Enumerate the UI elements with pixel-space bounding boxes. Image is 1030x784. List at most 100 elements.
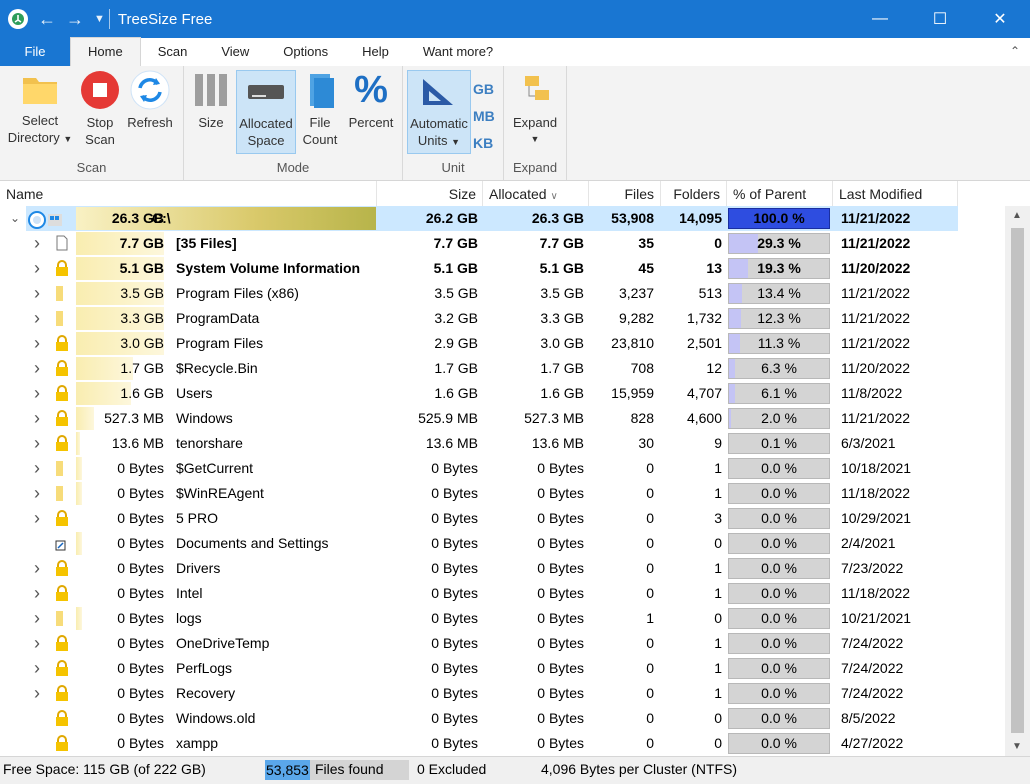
scroll-down-icon[interactable]: ▼	[1012, 741, 1022, 752]
files-found-label: Files found	[315, 761, 384, 777]
stop-scan-button[interactable]: Stop Scan	[78, 70, 122, 148]
tab-file[interactable]: File	[0, 38, 70, 66]
header-name[interactable]: Name	[0, 181, 377, 206]
forward-arrow-icon[interactable]: →	[66, 9, 84, 30]
item-size: 1.7 GB	[434, 360, 478, 376]
size-mode-button[interactable]: Size	[192, 70, 230, 131]
percent-bar: 0.0 %	[728, 658, 830, 679]
chevron-right-icon[interactable]: ›	[30, 456, 44, 481]
tab-home[interactable]: Home	[70, 37, 141, 66]
tree-row[interactable]: 0 Bytes Documents and Settings 0 Bytes 0 By…	[0, 531, 1005, 556]
chevron-right-icon[interactable]: ›	[30, 556, 44, 581]
maximize-button[interactable]: ☐	[910, 0, 970, 38]
item-last-modified: 10/21/2021	[841, 610, 912, 626]
chevron-right-icon[interactable]: ›	[30, 506, 44, 531]
chevron-right-icon[interactable]: ›	[30, 581, 44, 606]
item-name: Documents and Settings	[176, 535, 329, 551]
tree-row[interactable]: › 0 Bytes PerfLogs 0 Bytes 0 Bytes 0 1 0.0 % 7/2…	[0, 656, 1005, 681]
tab-options[interactable]: Options	[266, 38, 345, 66]
close-button[interactable]: ✕	[970, 0, 1030, 38]
expand-button[interactable]: Expand ▼	[508, 70, 562, 148]
ribbon-tabs: File Home Scan View Options Help Want mo…	[0, 37, 1030, 67]
item-size: 0 Bytes	[431, 710, 478, 726]
minimize-button[interactable]: —	[850, 0, 910, 38]
automatic-units-button[interactable]: Automatic Units ▼	[407, 70, 471, 154]
chevron-right-icon[interactable]: ›	[30, 256, 44, 281]
header-allocated[interactable]: Allocated ∨	[483, 181, 589, 206]
percent-text: 13.4 %	[757, 285, 801, 301]
item-size: 0 Bytes	[431, 635, 478, 651]
unit-gb-button[interactable]: GB	[473, 76, 495, 103]
header-last-modified[interactable]: Last Modified	[833, 181, 958, 206]
item-size: 13.6 MB	[425, 435, 478, 451]
refresh-button[interactable]: Refresh	[124, 70, 176, 131]
unit-mb-button[interactable]: MB	[473, 103, 495, 130]
item-last-modified: 11/18/2022	[841, 585, 911, 601]
tree-row[interactable]: › 3.3 GB ProgramData 3.2 GB 3.3 GB 9,282 1,732…	[0, 306, 1005, 331]
tree-row[interactable]: › 1.7 GB $Recycle.Bin 1.7 GB 1.7 GB 708 12 6.3 …	[0, 356, 1005, 381]
scroll-up-icon[interactable]: ▲	[1012, 210, 1022, 221]
tree-row[interactable]: › 1.6 GB Users 1.6 GB 1.6 GB 15,959 4,707 6.1 %…	[0, 381, 1005, 406]
item-folders: 0	[714, 610, 722, 626]
chevron-right-icon[interactable]: ›	[30, 681, 44, 706]
tree-row[interactable]: › 0 Bytes logs 0 Bytes 0 Bytes 1 0 0.0 % 10/21/2…	[0, 606, 1005, 631]
chevron-right-icon[interactable]: ›	[30, 406, 44, 431]
lock-icon	[54, 735, 70, 754]
stop-icon	[78, 70, 122, 110]
chevron-right-icon[interactable]: ›	[30, 431, 44, 456]
item-size: 525.9 MB	[418, 410, 478, 426]
allocated-space-button[interactable]: Allocated Space	[236, 70, 296, 154]
tree-row[interactable]: › 0 Bytes $WinREAgent 0 Bytes 0 Bytes 0 1 0.0 %…	[0, 481, 1005, 506]
chevron-right-icon[interactable]: ›	[30, 481, 44, 506]
tree-row[interactable]: › 13.6 MB tenorshare 13.6 MB 13.6 MB 30 9 0.1 %…	[0, 431, 1005, 456]
file-count-button[interactable]: File Count	[300, 70, 340, 148]
tree-row[interactable]: › 3.0 GB Program Files 2.9 GB 3.0 GB 23,810 2,…	[0, 331, 1005, 356]
tree-row[interactable]: › 0 Bytes Recovery 0 Bytes 0 Bytes 0 1 0.0 % 7/2…	[0, 681, 1005, 706]
item-allocated: 1.7 GB	[540, 360, 584, 376]
header-files[interactable]: Files	[589, 181, 661, 206]
tree-row[interactable]: › 0 Bytes OneDriveTemp 0 Bytes 0 Bytes 0 1 0.0 …	[0, 631, 1005, 656]
chevron-right-icon[interactable]: ›	[30, 306, 44, 331]
vertical-scrollbar[interactable]: ▲ ▼	[1005, 206, 1030, 756]
back-arrow-icon[interactable]: ←	[38, 9, 56, 30]
unit-kb-button[interactable]: KB	[473, 130, 495, 157]
item-folders: 0	[714, 735, 722, 751]
tab-view[interactable]: View	[204, 38, 266, 66]
chevron-down-icon[interactable]: ⌄	[8, 206, 22, 231]
quick-access-dropdown-icon[interactable]: ▼	[94, 13, 105, 25]
tree-row[interactable]: 0 Bytes xampp 0 Bytes 0 Bytes 0 0 0.0 % 4/27/20…	[0, 731, 1005, 756]
tab-scan[interactable]: Scan	[141, 38, 205, 66]
percent-button[interactable]: % Percent	[344, 70, 398, 131]
chevron-right-icon[interactable]: ›	[30, 231, 44, 256]
chevron-right-icon[interactable]: ›	[30, 281, 44, 306]
item-name: Users	[176, 385, 213, 401]
chevron-right-icon[interactable]: ›	[30, 331, 44, 356]
tab-help[interactable]: Help	[345, 38, 406, 66]
select-directory-button[interactable]: Select Directory ▼	[6, 70, 74, 148]
chevron-right-icon[interactable]: ›	[30, 356, 44, 381]
tree-row[interactable]: › 0 Bytes Intel 0 Bytes 0 Bytes 0 1 0.0 % 11/18/…	[0, 581, 1005, 606]
chevron-right-icon[interactable]: ›	[30, 606, 44, 631]
tree-row[interactable]: › 3.5 GB Program Files (x86) 3.5 GB 3.5 GB 3,…	[0, 281, 1005, 306]
header-percent[interactable]: % of Parent (...	[727, 181, 833, 228]
item-folders: 14,095	[679, 210, 722, 226]
chevron-right-icon[interactable]: ›	[30, 656, 44, 681]
tab-want-more[interactable]: Want more?	[406, 38, 510, 66]
tree-row[interactable]: › 527.3 MB Windows 525.9 MB 527.3 MB 828 4,600…	[0, 406, 1005, 431]
tree-row[interactable]: 0 Bytes Windows.old 0 Bytes 0 Bytes 0 0 0.0 % 8…	[0, 706, 1005, 731]
tree-row[interactable]: ⌄ 26.3 GB C:\ 26.2 GB 26.3 GB 53,908 14,095 100…	[0, 206, 1005, 231]
tree-row[interactable]: › 0 Bytes Drivers 0 Bytes 0 Bytes 0 1 0.0 % 7/23…	[0, 556, 1005, 581]
header-folders[interactable]: Folders	[661, 181, 727, 206]
collapse-ribbon-icon[interactable]: ⌃	[1010, 44, 1020, 58]
item-name: logs	[176, 610, 202, 626]
header-size[interactable]: Size	[377, 181, 483, 206]
tree-row[interactable]: › 0 Bytes $GetCurrent 0 Bytes 0 Bytes 0 1 0.0 %…	[0, 456, 1005, 481]
tree-row[interactable]: › 7.7 GB [35 Files] 7.7 GB 7.7 GB 35 0 29.3 % 11…	[0, 231, 1005, 256]
chevron-right-icon[interactable]: ›	[30, 381, 44, 406]
scroll-thumb[interactable]	[1011, 228, 1024, 733]
item-files: 0	[646, 460, 654, 476]
chevron-right-icon[interactable]: ›	[30, 631, 44, 656]
tree-row[interactable]: › 5.1 GB System Volume Information 5.1 GB 5.…	[0, 256, 1005, 281]
tree-row[interactable]: › 0 Bytes 5 PRO 0 Bytes 0 Bytes 0 3 0.0 % 10/29/…	[0, 506, 1005, 531]
item-allocated: 0 Bytes	[537, 560, 584, 576]
